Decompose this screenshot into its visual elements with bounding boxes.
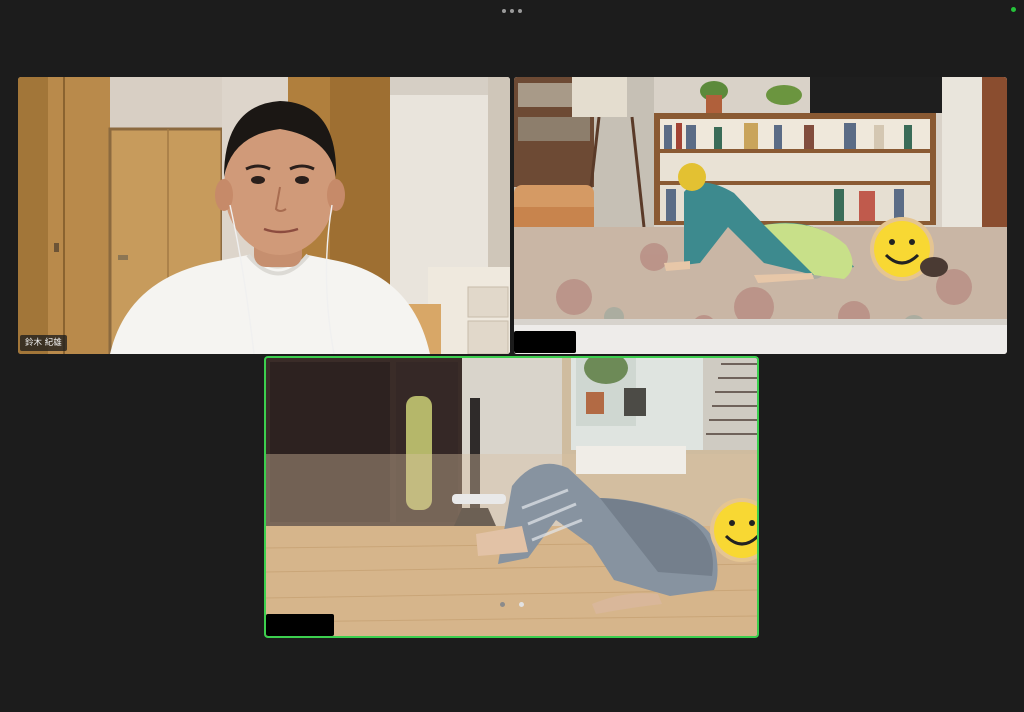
more-options-icon[interactable] bbox=[502, 6, 522, 16]
video-tile-participant-3-active[interactable] bbox=[266, 358, 757, 636]
page-dot-2-current[interactable] bbox=[519, 601, 524, 607]
video-tile-participant-2[interactable] bbox=[514, 77, 1007, 354]
participant-1-video bbox=[18, 77, 510, 354]
connection-status-indicator bbox=[1011, 7, 1016, 12]
meeting-gallery-view: 鈴木 紀雄 bbox=[0, 0, 1024, 712]
gallery-page-indicator[interactable] bbox=[500, 600, 524, 608]
participant-3-video bbox=[266, 358, 757, 636]
participant-3-name-label-redacted bbox=[266, 614, 334, 636]
video-tile-participant-1[interactable]: 鈴木 紀雄 bbox=[18, 77, 510, 354]
page-dot-1[interactable] bbox=[500, 601, 505, 607]
participant-2-video bbox=[514, 77, 1007, 354]
participant-1-name-label: 鈴木 紀雄 bbox=[20, 335, 67, 351]
participant-2-name-label-redacted bbox=[514, 331, 576, 353]
